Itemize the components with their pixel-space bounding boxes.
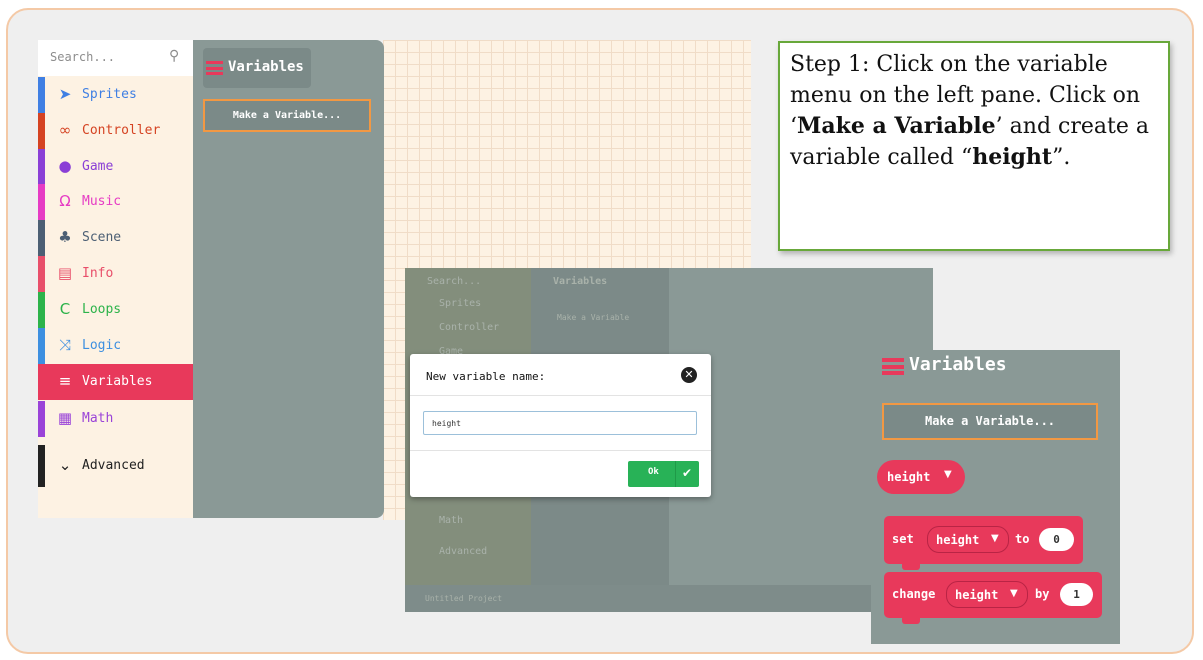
list-icon: ≡ <box>58 372 72 390</box>
search-input[interactable]: Search... <box>50 50 115 64</box>
tree-icon: ♣ <box>58 228 72 246</box>
category-controller[interactable]: ∞ Controller <box>38 113 193 149</box>
variable-dropdown[interactable]: height ▼ <box>946 581 1028 608</box>
height-variable-block[interactable]: height ▼ <box>877 460 965 494</box>
chevron-down-icon: ⌄ <box>58 456 72 474</box>
new-variable-dialog: New variable name: ✕ height Ok ✔ <box>410 354 711 497</box>
category-label: Logic <box>82 338 122 353</box>
step-text-5: ”. <box>1052 145 1071 170</box>
caret-down-icon[interactable]: ▼ <box>991 533 999 544</box>
variable-label: height <box>887 470 931 484</box>
category-label: Variables <box>82 374 153 389</box>
category-info[interactable]: ▤ Info <box>38 256 193 292</box>
ghost-project-name: Untitled Project <box>425 594 503 603</box>
category-color-bar <box>38 364 45 400</box>
ghost-category: Math <box>439 515 464 526</box>
ok-button[interactable]: Ok ✔ <box>628 461 699 487</box>
category-advanced[interactable]: ⌄ Advanced <box>38 445 193 487</box>
divider <box>675 461 676 487</box>
category-label: Math <box>82 411 114 426</box>
ghost-category: Sprites <box>439 298 482 309</box>
category-label: Controller <box>82 123 161 138</box>
step-text-4: height <box>972 144 1053 170</box>
category-music[interactable]: Ω Music <box>38 184 193 220</box>
category-color-bar <box>38 256 45 292</box>
make-variable-button[interactable]: Make a Variable... <box>882 403 1098 440</box>
category-color-bar <box>38 292 45 328</box>
refresh-icon: C <box>59 300 71 318</box>
variables-flyout-header: Variables <box>203 48 311 88</box>
ghost-footer: Untitled Project <box>405 585 933 612</box>
value-input[interactable]: 1 <box>1060 583 1093 606</box>
category-label: Scene <box>82 230 122 245</box>
search-box[interactable]: Search... ⚲ <box>38 40 193 76</box>
category-scene[interactable]: ♣ Scene <box>38 220 193 256</box>
list-icon <box>882 358 904 375</box>
set-variable-block[interactable]: set height ▼ to 0 <box>884 516 1083 570</box>
category-label: Loops <box>82 302 122 317</box>
ghost-search: Search... <box>427 276 482 287</box>
close-icon[interactable]: ✕ <box>681 367 697 383</box>
variable-name-input[interactable]: height <box>423 411 697 435</box>
change-variable-block[interactable]: change height ▼ by 1 <box>884 572 1102 624</box>
category-color-bar <box>38 184 45 220</box>
category-label: Info <box>82 266 114 281</box>
category-label: Game <box>82 159 114 174</box>
category-logic[interactable]: ⤨ Logic <box>38 328 193 364</box>
flyout-title: Variables <box>228 59 304 75</box>
category-label: Music <box>82 194 122 209</box>
ghost-flyout-title: Variables <box>553 276 608 287</box>
gamepad-icon: ∞ <box>58 121 72 139</box>
ok-label: Ok <box>648 467 659 477</box>
check-icon: ✔ <box>682 466 693 480</box>
panel-title: Variables <box>909 354 1007 375</box>
block-notch <box>902 618 920 624</box>
headphones-icon: Ω <box>59 192 71 210</box>
shuffle-icon: ⤨ <box>58 336 71 354</box>
change-keyword: change <box>892 587 936 601</box>
block-notch <box>902 564 920 570</box>
set-keyword: set <box>892 532 914 546</box>
to-keyword: to <box>1015 532 1030 546</box>
value-input[interactable]: 0 <box>1039 528 1074 551</box>
variable-dropdown[interactable]: height ▼ <box>927 526 1009 553</box>
magnifier-icon[interactable]: ⚲ <box>169 48 179 64</box>
category-game[interactable]: ● Game <box>38 149 193 185</box>
category-sprites[interactable]: ➤ Sprites <box>38 77 193 113</box>
circle-icon: ● <box>58 157 72 175</box>
category-label: Advanced <box>82 458 145 473</box>
ghost-category: Advanced <box>439 546 488 557</box>
divider <box>410 395 711 396</box>
category-color-bar <box>38 77 45 113</box>
variable-label: height <box>936 533 980 547</box>
category-variables[interactable]: ≡ Variables <box>38 364 193 400</box>
category-color-bar <box>38 328 45 364</box>
category-color-bar <box>38 401 45 437</box>
step-text-2: Make a Variable <box>797 113 996 139</box>
list-icon <box>206 61 223 75</box>
paper-plane-icon: ➤ <box>58 85 72 103</box>
variable-label: height <box>955 588 999 602</box>
make-variable-button[interactable]: Make a Variable... <box>203 99 371 132</box>
category-color-bar <box>38 220 45 256</box>
category-color-bar <box>38 149 45 185</box>
category-color-bar <box>38 445 45 487</box>
caret-down-icon[interactable]: ▼ <box>1010 588 1018 599</box>
step-instructions: Step 1: Click on the variable menu on th… <box>778 41 1170 251</box>
dialog-title: New variable name: <box>426 370 546 383</box>
divider <box>410 450 711 451</box>
category-color-bar <box>38 113 45 149</box>
by-keyword: by <box>1035 587 1050 601</box>
category-math[interactable]: ▦ Math <box>38 401 193 437</box>
category-loops[interactable]: C Loops <box>38 292 193 328</box>
ghost-make-variable: Make a Variable <box>557 313 630 322</box>
calculator-icon: ▦ <box>57 409 73 427</box>
id-card-icon: ▤ <box>57 264 73 282</box>
caret-down-icon[interactable]: ▼ <box>944 469 952 480</box>
ghost-category: Controller <box>439 322 500 333</box>
category-label: Sprites <box>82 87 137 102</box>
